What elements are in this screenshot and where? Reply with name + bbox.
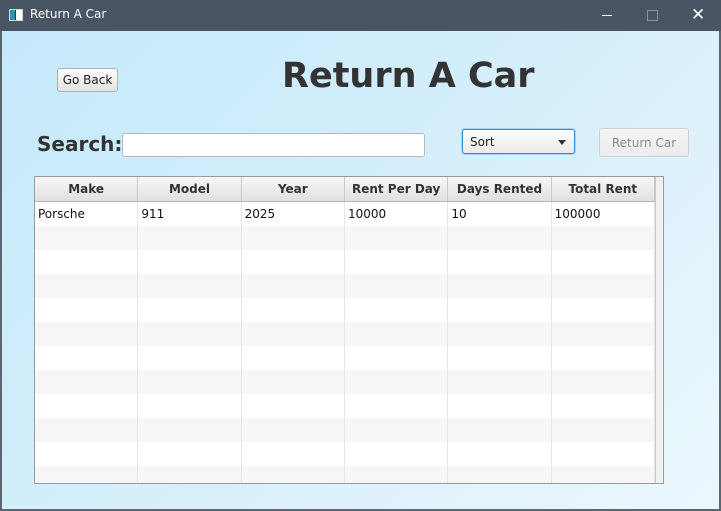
- empty-table-row: [35, 346, 655, 370]
- minimize-icon: [602, 15, 612, 16]
- empty-table-row: [35, 466, 655, 483]
- rentals-table[interactable]: Make Model Year Rent Per Day Days Rented…: [34, 176, 664, 484]
- sort-dropdown[interactable]: Sort: [462, 129, 575, 154]
- column-header-total-rent[interactable]: Total Rent: [552, 177, 655, 201]
- page-title: Return A Car: [282, 56, 535, 96]
- search-label: Search:: [37, 132, 123, 156]
- window-title: Return A Car: [30, 7, 107, 21]
- column-header-rent-per-day[interactable]: Rent Per Day: [345, 177, 449, 201]
- table-scroll-gutter: [655, 177, 663, 483]
- table-body: Porsche 911 2025 10000 10 100000: [35, 202, 655, 483]
- maximize-icon: [647, 10, 658, 21]
- empty-table-row: [35, 418, 655, 442]
- empty-table-row: [35, 394, 655, 418]
- cell-make: Porsche: [35, 202, 139, 226]
- chevron-down-icon: [558, 140, 566, 145]
- close-button[interactable]: ✕: [675, 0, 721, 31]
- empty-table-row: [35, 442, 655, 466]
- window-titlebar: Return A Car ✕: [0, 0, 721, 31]
- go-back-button[interactable]: Go Back: [57, 68, 118, 92]
- column-header-make[interactable]: Make: [35, 177, 139, 201]
- empty-table-row: [35, 226, 655, 250]
- app-icon: [9, 9, 23, 21]
- empty-table-row: [35, 322, 655, 346]
- cell-year: 2025: [242, 202, 345, 226]
- search-input[interactable]: [122, 133, 425, 157]
- empty-table-row: [35, 274, 655, 298]
- empty-table-row: [35, 298, 655, 322]
- table-row[interactable]: Porsche 911 2025 10000 10 100000: [35, 202, 655, 226]
- cell-rent-per-day: 10000: [345, 202, 449, 226]
- cell-model: 911: [138, 202, 242, 226]
- column-header-year[interactable]: Year: [242, 177, 345, 201]
- table-header: Make Model Year Rent Per Day Days Rented…: [35, 177, 655, 202]
- cell-total-rent: 100000: [552, 202, 655, 226]
- return-car-button[interactable]: Return Car: [599, 128, 689, 157]
- minimize-button[interactable]: [584, 0, 630, 31]
- column-header-days-rented[interactable]: Days Rented: [448, 177, 552, 201]
- empty-table-row: [35, 370, 655, 394]
- empty-table-row: [35, 250, 655, 274]
- main-content: Go Back Return A Car Search: Sort Return…: [2, 31, 719, 509]
- sort-selected-value: Sort: [470, 135, 495, 149]
- close-icon: ✕: [691, 5, 706, 25]
- maximize-button[interactable]: [629, 0, 675, 31]
- cell-days-rented: 10: [448, 202, 552, 226]
- column-header-model[interactable]: Model: [138, 177, 242, 201]
